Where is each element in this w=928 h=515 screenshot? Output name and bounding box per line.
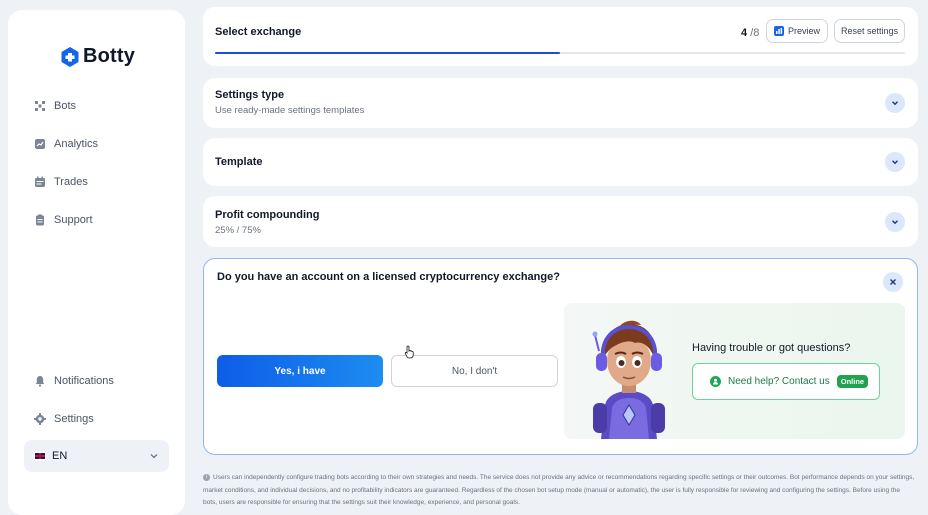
step-counter: 4 /8 xyxy=(741,27,759,39)
logo[interactable]: Botty xyxy=(61,45,135,68)
sidebar-item-notifications[interactable]: Notifications xyxy=(34,375,114,387)
sidebar-item-support[interactable]: Support xyxy=(34,214,93,226)
chevron-down-icon xyxy=(150,454,158,459)
chevron-down-icon xyxy=(892,160,898,165)
page-title: Select exchange xyxy=(215,26,302,38)
sidebar-item-settings[interactable]: Settings xyxy=(34,413,94,425)
section-title: Profit compounding xyxy=(215,209,320,221)
expand-button[interactable] xyxy=(885,152,905,172)
expand-button[interactable] xyxy=(885,212,905,232)
contact-us-label: Need help? Contact us xyxy=(728,376,830,387)
section-title: Template xyxy=(215,156,263,168)
question-title: Do you have an account on a licensed cry… xyxy=(217,271,560,283)
sidebar-item-label: Support xyxy=(54,214,93,226)
online-badge: Online xyxy=(836,375,869,388)
close-button[interactable] xyxy=(883,272,903,292)
yes-button[interactable]: Yes, i have xyxy=(217,355,383,387)
section-profit-compounding[interactable]: Profit compounding 25% / 75% xyxy=(203,196,918,247)
sidebar-item-label: Notifications xyxy=(54,375,114,387)
sidebar-item-label: Analytics xyxy=(54,138,99,150)
contact-us-button[interactable]: Need help? Contact us Online xyxy=(692,363,880,400)
sidebar-item-analytics[interactable]: Analytics xyxy=(34,138,98,150)
analytics-icon xyxy=(35,139,45,149)
support-agent-icon xyxy=(710,376,721,387)
expand-button[interactable] xyxy=(885,93,905,113)
help-title: Having trouble or got questions? xyxy=(692,342,851,354)
exchange-question-card: Do you have an account on a licensed cry… xyxy=(203,258,918,455)
step-header: Select exchange 4 /8 Preview Reset setti… xyxy=(203,7,918,66)
sidebar-item-bots[interactable]: Bots xyxy=(34,100,76,112)
hand-cursor-icon xyxy=(404,345,414,359)
disclaimer-text: Users can independently configure tradin… xyxy=(203,474,915,506)
bots-icon xyxy=(35,101,45,111)
progress-bar xyxy=(215,52,905,54)
chart-icon xyxy=(773,26,784,36)
disclaimer: i Users can independently configure tradi… xyxy=(203,472,915,510)
trades-icon xyxy=(35,176,45,187)
gear-icon xyxy=(34,413,46,425)
language-code: EN xyxy=(52,450,68,462)
support-icon xyxy=(36,214,44,226)
progress-fill xyxy=(215,52,560,54)
no-button[interactable]: No, I don't xyxy=(391,355,558,387)
preview-label: Preview xyxy=(787,26,820,36)
brand-name: Botty xyxy=(83,45,136,67)
language-select[interactable]: EN xyxy=(24,440,169,472)
section-subtitle: 25% / 75% xyxy=(215,225,261,236)
sidebar-item-trades[interactable]: Trades xyxy=(34,176,88,188)
chevron-down-icon xyxy=(892,220,898,225)
step-current: 4 xyxy=(741,27,748,39)
sidebar: Botty Bots Analytics Trades Support Noti… xyxy=(8,10,185,515)
close-icon xyxy=(890,279,896,285)
sidebar-item-label: Settings xyxy=(54,413,94,425)
section-title: Settings type xyxy=(215,89,285,101)
step-total: /8 xyxy=(750,27,760,39)
help-panel: Having trouble or got questions? Need he… xyxy=(564,303,905,439)
section-subtitle: Use ready-made settings templates xyxy=(215,105,365,116)
section-template[interactable]: Template xyxy=(203,138,918,186)
preview-button[interactable]: Preview xyxy=(766,19,828,43)
robot-mascot-image xyxy=(592,320,665,439)
chevron-down-icon xyxy=(892,101,898,106)
reset-settings-button[interactable]: Reset settings xyxy=(834,19,905,43)
botty-logo-icon xyxy=(61,46,79,67)
section-settings-type[interactable]: Settings type Use ready-made settings te… xyxy=(203,78,918,128)
sidebar-item-label: Trades xyxy=(54,176,88,188)
sidebar-item-label: Bots xyxy=(54,100,77,112)
uk-flag-icon xyxy=(34,452,46,460)
bell-icon xyxy=(35,376,45,387)
info-icon: i xyxy=(203,473,210,481)
